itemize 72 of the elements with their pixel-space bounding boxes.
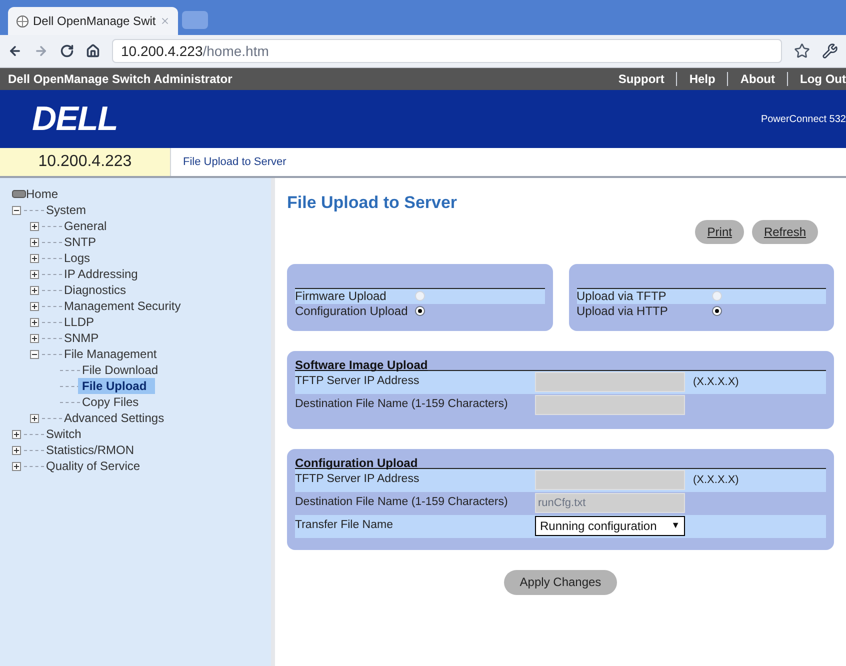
text-field[interactable] — [535, 470, 685, 490]
expand-icon[interactable] — [30, 414, 39, 422]
tree-item[interactable]: Switch — [46, 426, 82, 442]
app-title: Dell OpenManage Switch Administrator — [8, 71, 232, 88]
tree-item[interactable]: SNMP — [64, 330, 99, 346]
option-label: Configuration Upload — [295, 303, 409, 320]
expand-icon[interactable] — [30, 238, 39, 246]
collapse-icon[interactable] — [30, 350, 39, 358]
address-label: 10.200.4.223 — [0, 148, 170, 176]
expand-icon[interactable] — [30, 318, 39, 326]
tree-item[interactable]: LLDP — [64, 314, 94, 330]
tree-item[interactable]: Advanced Settings — [64, 410, 164, 426]
expand-icon[interactable] — [30, 270, 39, 278]
dropdown[interactable]: Running configuration ▼ — [535, 516, 685, 536]
expand-icon[interactable] — [12, 430, 21, 438]
radio-button[interactable] — [712, 306, 722, 316]
tab-title: Dell OpenManage Swit — [33, 13, 156, 30]
back-icon[interactable] — [8, 44, 22, 58]
browser-tab[interactable]: Dell OpenManage Swit — [8, 7, 178, 35]
tree-item[interactable]: Management Security — [64, 298, 181, 314]
tree-item[interactable]: Copy Files — [82, 394, 139, 410]
expand-icon[interactable] — [30, 302, 39, 310]
tree-item[interactable]: Statistics/RMON — [46, 442, 134, 458]
header-link[interactable]: Help — [689, 70, 716, 88]
tree-item[interactable]: Quality of Service — [46, 458, 140, 474]
header-link[interactable]: About — [740, 70, 776, 88]
home-icon[interactable] — [86, 44, 100, 58]
header-link[interactable]: Support — [618, 70, 664, 88]
expand-icon[interactable] — [12, 462, 21, 470]
field-label: TFTP Server IP Address — [295, 472, 420, 488]
globe-icon — [16, 14, 29, 28]
header-link[interactable]: Log Out — [800, 70, 846, 88]
page-title: File Upload to Server — [287, 192, 458, 214]
expand-icon[interactable] — [30, 334, 39, 342]
tree-item[interactable]: File Management — [64, 346, 157, 362]
option-label: Upload via TFTP — [576, 288, 668, 305]
field-label: Destination File Name (1-159 Characters) — [295, 495, 509, 510]
format-hint: (X.X.X.X) — [693, 472, 739, 488]
tree-item[interactable]: System — [46, 202, 86, 218]
logo: DELL — [32, 98, 118, 140]
expand-icon[interactable] — [12, 446, 21, 454]
radio-button[interactable] — [415, 306, 425, 316]
apply-changes-button[interactable]: Apply Changes — [504, 570, 618, 594]
text-field[interactable] — [535, 395, 685, 415]
option-label: Upload via HTTP — [576, 303, 669, 320]
tree-item[interactable]: IP Addressing — [64, 266, 138, 282]
expand-icon[interactable] — [30, 222, 39, 230]
collapse-icon[interactable] — [12, 206, 21, 214]
tree-item[interactable]: Diagnostics — [64, 282, 126, 298]
tree-item[interactable]: Home — [26, 186, 58, 202]
field-label: TFTP Server IP Address — [295, 374, 420, 390]
breadcrumb: File Upload to Server — [170, 148, 846, 176]
toolbar-button[interactable]: Refresh — [752, 220, 818, 244]
format-hint: (X.X.X.X) — [693, 374, 739, 390]
wrench-icon[interactable] — [822, 43, 838, 59]
reload-icon[interactable] — [60, 44, 74, 58]
tree-item[interactable]: File Download — [82, 362, 158, 378]
star-icon[interactable] — [794, 43, 810, 59]
toolbar-button[interactable]: Print — [695, 220, 744, 244]
product-name: PowerConnect 532 — [760, 112, 846, 126]
expand-icon[interactable] — [30, 254, 39, 262]
field-label: Destination File Name (1-159 Characters) — [295, 397, 509, 412]
computer-icon — [12, 190, 26, 198]
tree-item[interactable]: Logs — [64, 250, 90, 266]
text-field[interactable] — [535, 372, 685, 392]
option-label: Firmware Upload — [295, 288, 388, 305]
tree-item[interactable]: File Upload — [78, 378, 155, 394]
tree-item[interactable]: General — [64, 218, 107, 234]
url-field[interactable]: 10.200.4.223/home.htm — [112, 39, 782, 63]
tree-item[interactable]: SNTP — [64, 234, 96, 250]
field-label: Transfer File Name — [295, 518, 394, 534]
expand-icon[interactable] — [30, 286, 39, 294]
